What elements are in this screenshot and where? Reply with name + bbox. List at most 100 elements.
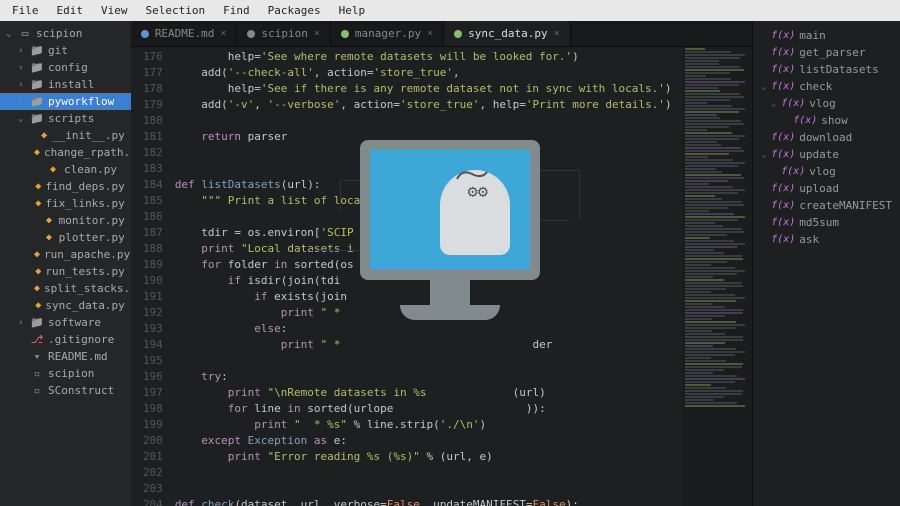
code-line[interactable]: print "Error reading %s (%s)" % (url, e) (175, 449, 678, 465)
tree-item-split_stacks-py[interactable]: ◆split_stacks.py (0, 280, 131, 297)
project-root[interactable]: ⌄ ▭ scipion (0, 25, 131, 42)
function-icon: f(x) (771, 183, 795, 194)
close-icon[interactable]: × (314, 28, 320, 39)
function-icon: f(x) (771, 64, 795, 75)
code-line[interactable]: help='See where remote datasets will be … (175, 49, 678, 65)
code-line[interactable]: help='See if there is any remote dataset… (175, 81, 678, 97)
tree-item-clean-py[interactable]: ◆clean.py (0, 161, 131, 178)
code-line[interactable] (175, 481, 678, 497)
outline-label: vlog (809, 97, 836, 110)
menu-packages[interactable]: Packages (260, 2, 329, 19)
line-number: 177 (131, 65, 163, 81)
code-content[interactable]: help='See where remote datasets will be … (171, 47, 682, 506)
tree-item-scipion[interactable]: ▫scipion (0, 365, 131, 382)
tree-item-SConstruct[interactable]: ▫SConstruct (0, 382, 131, 399)
code-line[interactable]: add('-v', '--verbose', action='store_tru… (175, 97, 678, 113)
outline-item-download[interactable]: f(x)download (757, 129, 896, 146)
tree-item-scripts[interactable]: ⌄📁scripts (0, 110, 131, 127)
code-line[interactable]: if exists(join (175, 289, 678, 305)
tree-item-sync_data-py[interactable]: ◆sync_data.py (0, 297, 131, 314)
minimap[interactable] (682, 47, 752, 506)
code-line[interactable]: try: (175, 369, 678, 385)
code-line[interactable]: def check(dataset, url, verbose=False, u… (175, 497, 678, 506)
outline-item-upload[interactable]: f(x)upload (757, 180, 896, 197)
outline-item-show[interactable]: f(x)show (757, 112, 896, 129)
tab-manager-py[interactable]: manager.py× (331, 21, 444, 46)
code-line[interactable] (175, 113, 678, 129)
close-icon[interactable]: × (220, 28, 226, 39)
outline-item-check[interactable]: ⌄f(x)check (757, 78, 896, 95)
tree-item-plotter-py[interactable]: ◆plotter.py (0, 229, 131, 246)
outline-item-md5sum[interactable]: f(x)md5sum (757, 214, 896, 231)
code-line[interactable]: for line in sorted(urlope )): (175, 401, 678, 417)
tree-item-pyworkflow[interactable]: ›📁pyworkflow (0, 93, 131, 110)
tree-item-label: plotter.py (59, 231, 125, 244)
close-icon[interactable]: × (427, 28, 433, 39)
code-line[interactable]: else: (175, 321, 678, 337)
code-line[interactable]: except Exception as e: (175, 433, 678, 449)
line-number: 201 (131, 449, 163, 465)
outline-item-get_parser[interactable]: f(x)get_parser (757, 44, 896, 61)
tree-item--gitignore[interactable]: ⎇.gitignore (0, 331, 131, 348)
tree-item-fix_links-py[interactable]: ◆fix_links.py (0, 195, 131, 212)
symbol-outline[interactable]: f(x)mainf(x)get_parserf(x)listDatasets⌄f… (752, 21, 900, 506)
outline-item-main[interactable]: f(x)main (757, 27, 896, 44)
code-line[interactable] (175, 145, 678, 161)
tree-item-change_rpath-py[interactable]: ◆change_rpath.py (0, 144, 131, 161)
outline-item-update[interactable]: ⌄f(x)update (757, 146, 896, 163)
folder-icon: 📁 (30, 112, 44, 125)
close-icon[interactable]: × (554, 28, 560, 39)
function-icon: f(x) (771, 132, 795, 143)
line-number: 199 (131, 417, 163, 433)
code-line[interactable]: add('--check-all', action='store_true', (175, 65, 678, 81)
code-line[interactable]: for folder in sorted(os (175, 257, 678, 273)
file-tree-sidebar[interactable]: ⌄ ▭ scipion ›📁git›📁config›📁install›📁pywo… (0, 21, 131, 506)
code-line[interactable] (175, 209, 678, 225)
menu-selection[interactable]: Selection (138, 2, 214, 19)
line-number: 196 (131, 369, 163, 385)
code-line[interactable] (175, 353, 678, 369)
tree-item-label: pyworkflow (48, 95, 114, 108)
outline-item-vlog[interactable]: ⌄f(x)vlog (757, 95, 896, 112)
tree-item-git[interactable]: ›📁git (0, 42, 131, 59)
code-line[interactable]: if isdir(join(tdi (175, 273, 678, 289)
code-line[interactable]: print "Local datasets i (175, 241, 678, 257)
file-type-icon (341, 30, 349, 38)
code-line[interactable]: print " * %s" % line.strip('./\n') (175, 417, 678, 433)
tree-item-install[interactable]: ›📁install (0, 76, 131, 93)
outline-item-createMANIFEST[interactable]: f(x)createMANIFEST (757, 197, 896, 214)
outline-item-vlog[interactable]: f(x)vlog (757, 163, 896, 180)
outline-item-listDatasets[interactable]: f(x)listDatasets (757, 61, 896, 78)
menu-file[interactable]: File (4, 2, 47, 19)
tab-README-md[interactable]: README.md× (131, 21, 238, 46)
code-line[interactable]: def listDatasets(url): (175, 177, 678, 193)
tree-item-find_deps-py[interactable]: ◆find_deps.py (0, 178, 131, 195)
tab-sync_data-py[interactable]: sync_data.py× (444, 21, 571, 46)
code-line[interactable]: print " * (175, 305, 678, 321)
function-icon: f(x) (771, 200, 795, 211)
code-line[interactable]: """ Print a list of local and remote dat… (175, 193, 678, 209)
tree-item-label: split_stacks.py (44, 282, 131, 295)
outline-label: vlog (809, 165, 836, 178)
code-line[interactable]: return parser (175, 129, 678, 145)
menu-help[interactable]: Help (331, 2, 374, 19)
code-line[interactable]: tdir = os.environ['SCIP (175, 225, 678, 241)
tab-scipion[interactable]: scipion× (237, 21, 330, 46)
outline-item-ask[interactable]: f(x)ask (757, 231, 896, 248)
menu-view[interactable]: View (93, 2, 136, 19)
tree-item-run_apache-py[interactable]: ◆run_apache.py (0, 246, 131, 263)
tree-item-config[interactable]: ›📁config (0, 59, 131, 76)
tree-item-run_tests-py[interactable]: ◆run_tests.py (0, 263, 131, 280)
code-line[interactable]: print " * der (175, 337, 678, 353)
code-line[interactable]: print "\nRemote datasets in %s (url) (175, 385, 678, 401)
tree-item-monitor-py[interactable]: ◆monitor.py (0, 212, 131, 229)
tree-item-software[interactable]: ›📁software (0, 314, 131, 331)
code-line[interactable] (175, 161, 678, 177)
line-number: 191 (131, 289, 163, 305)
line-number: 194 (131, 337, 163, 353)
menu-find[interactable]: Find (215, 2, 258, 19)
code-line[interactable] (175, 465, 678, 481)
tree-item-__init__-py[interactable]: ◆__init__.py (0, 127, 131, 144)
tree-item-README-md[interactable]: ▾README.md (0, 348, 131, 365)
menu-edit[interactable]: Edit (49, 2, 92, 19)
